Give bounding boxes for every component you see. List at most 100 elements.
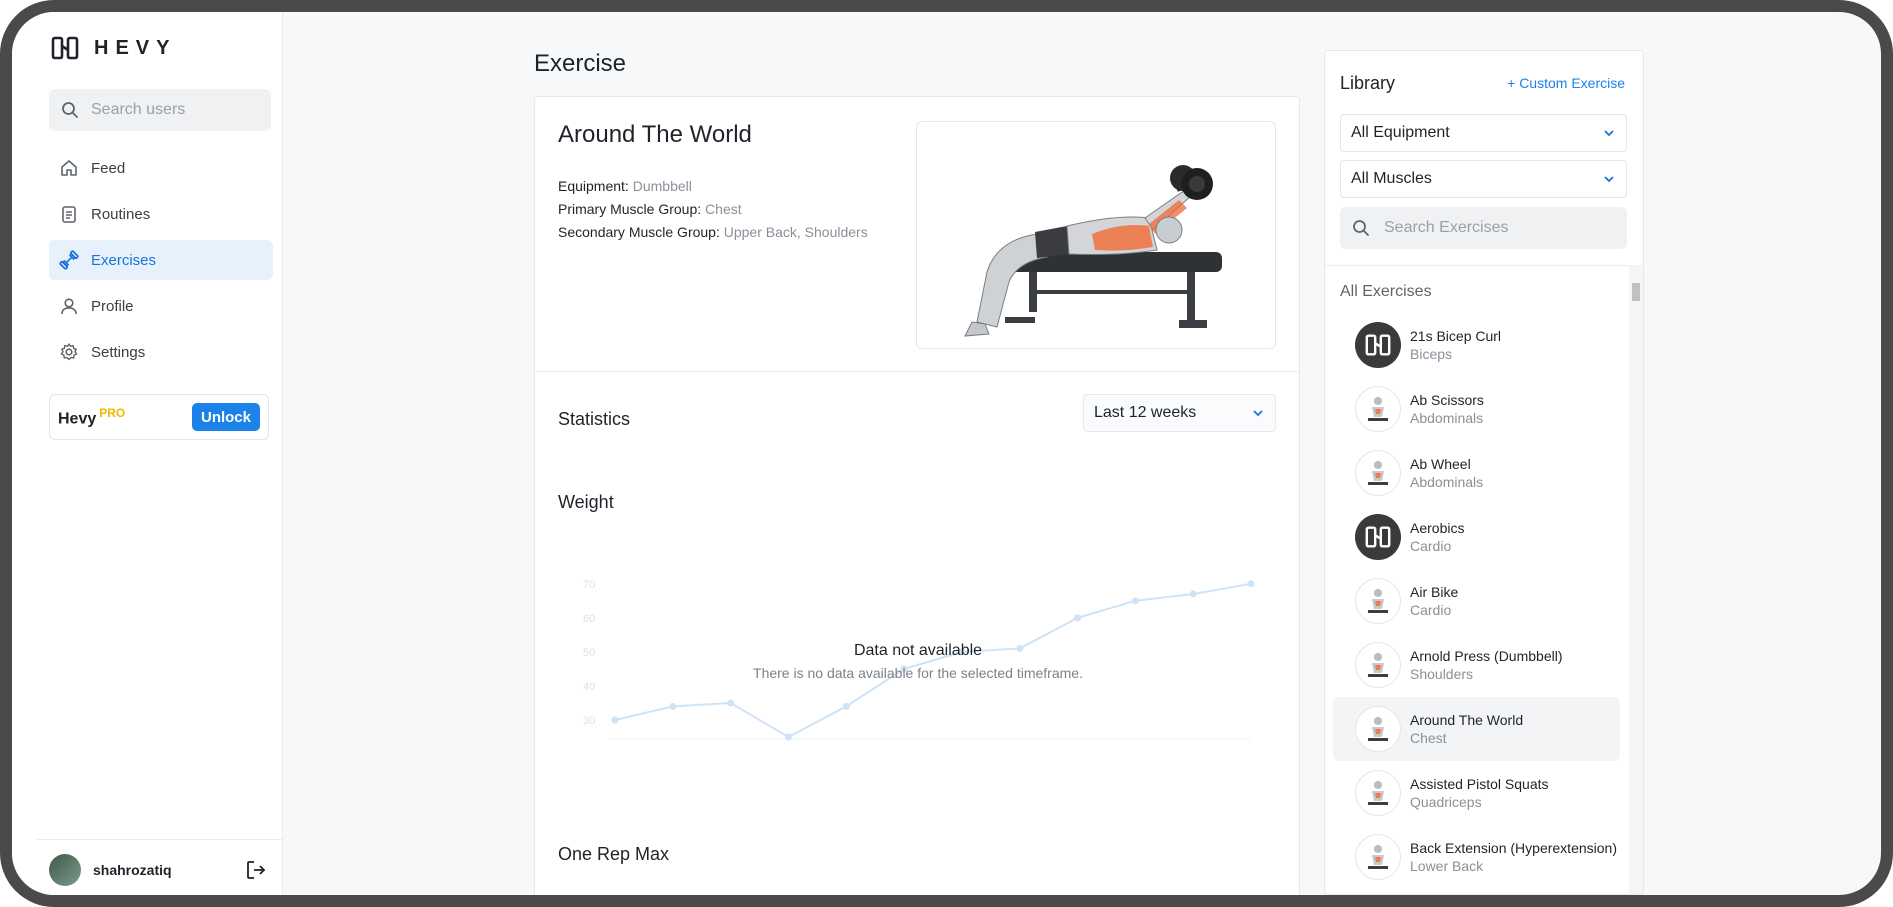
y-tick-label: 30	[583, 715, 595, 727]
exercise-list-item[interactable]: Arnold Press (Dumbbell) Shoulders	[1333, 633, 1620, 697]
user-icon	[61, 298, 77, 315]
scrollbar-thumb[interactable]	[1632, 283, 1640, 301]
hevy-logo-icon	[51, 36, 79, 60]
hevy-logo[interactable]: HEVY	[50, 36, 176, 60]
exercise-list-item[interactable]: Ab Scissors Abdominals	[1333, 377, 1620, 441]
sidebar-nav: Feed Routines Exercises Profile Settings	[49, 148, 277, 378]
equipment-value: Dumbbell	[632, 178, 692, 194]
empty-state-title: Data not available	[853, 642, 983, 659]
exercise-item-muscle: Abdominals	[1410, 409, 1484, 426]
exercise-library: Library + Custom Exercise All Equipment …	[1324, 50, 1644, 895]
weight-series-line	[614, 582, 1252, 739]
exercise-item-text: Air Bike Cardio	[1410, 583, 1458, 620]
equipment-line: Equipment: Dumbbell	[558, 175, 868, 198]
exercise-thumbnail	[1355, 834, 1401, 880]
exercise-name: Around The World	[558, 121, 752, 148]
exercise-meta: Equipment: Dumbbell Primary Muscle Group…	[558, 175, 868, 244]
exercise-item-muscle: Quadriceps	[1410, 793, 1482, 810]
weight-data-point	[1074, 614, 1082, 622]
user-bar: shahrozatiq	[37, 839, 282, 895]
sidebar-item-label: Feed	[91, 159, 126, 177]
equipment-label: Equipment:	[558, 178, 629, 194]
exercise-list-item[interactable]: Aerobics Cardio	[1333, 505, 1620, 569]
exercise-item-name: Assisted Pistol Squats	[1410, 775, 1549, 792]
exercise-list-item[interactable]: Air Bike Cardio	[1333, 569, 1620, 633]
hevy-pro-card: Hevy PRO Unlock	[49, 394, 269, 440]
timeframe-select[interactable]: Last 12 weeks	[1083, 394, 1276, 432]
exercise-list-item[interactable]: Assisted Pistol Squats Quadriceps	[1333, 761, 1620, 825]
exercise-item-muscle: Cardio	[1410, 601, 1452, 618]
exercise-list-item[interactable]: Ab Wheel Abdominals	[1333, 441, 1620, 505]
equipment-filter-value: All Equipment	[1351, 124, 1450, 141]
exercise-thumbnail	[1355, 706, 1401, 752]
sidebar-item-routines[interactable]: Routines	[49, 194, 273, 234]
exercise-thumbnail	[1355, 770, 1401, 816]
sidebar-item-settings[interactable]: Settings	[49, 332, 273, 372]
empty-state-subtitle: There is no data available for the selec…	[753, 665, 1083, 681]
dumbbell-icon	[59, 250, 79, 270]
exercise-item-muscle: Shoulders	[1410, 665, 1474, 682]
primary-muscle-label: Primary Muscle Group:	[558, 201, 702, 217]
secondary-muscle-value: Upper Back, Shoulders	[723, 224, 868, 240]
exercise-list-item[interactable]: Back Extension (Hyperextension) Lower Bac…	[1333, 825, 1620, 889]
primary-muscle-line: Primary Muscle Group: Chest	[558, 198, 868, 221]
weight-data-point	[784, 733, 792, 741]
exercise-item-name: Air Bike	[1410, 583, 1459, 600]
sidebar-item-exercises[interactable]: Exercises	[49, 240, 273, 280]
weight-data-point	[1189, 590, 1197, 598]
pro-brand-text: Hevy	[58, 410, 97, 428]
muscles-filter-select[interactable]: All Muscles	[1340, 160, 1627, 198]
secondary-muscle-line: Secondary Muscle Group: Upper Back, Shou…	[558, 221, 868, 244]
one-rep-max-title: One Rep Max	[558, 844, 670, 864]
exercise-item-text: 21s Bicep Curl Biceps	[1410, 327, 1501, 364]
search-exercises[interactable]	[1340, 207, 1627, 249]
exercise-thumbnail	[1355, 386, 1401, 432]
weight-data-point	[1131, 597, 1139, 605]
weight-data-point	[842, 702, 850, 710]
pro-badge: PRO	[99, 405, 126, 420]
exercise-item-name: Ab Wheel	[1410, 455, 1471, 472]
username[interactable]: shahrozatiq	[93, 862, 172, 878]
bench-figure-image	[964, 165, 1222, 337]
equipment-filter-select[interactable]: All Equipment	[1340, 114, 1627, 152]
exercise-item-text: Arnold Press (Dumbbell) Shoulders	[1410, 647, 1563, 684]
exercise-item-name: Aerobics	[1410, 519, 1465, 536]
exercise-item-text: Around The World Chest	[1410, 711, 1523, 748]
timeframe-value: Last 12 weeks	[1094, 404, 1197, 421]
statistics-title: Statistics	[558, 409, 631, 429]
muscles-filter-value: All Muscles	[1351, 170, 1432, 187]
primary-muscle-value: Chest	[705, 201, 742, 217]
search-exercises-input[interactable]	[1382, 218, 1616, 238]
logo-text: HEVY	[94, 36, 177, 59]
exercise-item-name: Back Extension (Hyperextension)	[1410, 839, 1617, 856]
exercise-item-name: Around The World	[1410, 711, 1524, 728]
exercise-item-name: 21s Bicep Curl	[1410, 327, 1502, 344]
secondary-muscle-label: Secondary Muscle Group:	[558, 224, 720, 240]
all-exercises-heading: All Exercises	[1340, 283, 1432, 300]
pro-brand: Hevy PRO	[58, 406, 125, 428]
logout-icon[interactable]	[244, 858, 268, 882]
sidebar-item-profile[interactable]: Profile	[49, 286, 273, 326]
custom-exercise-link[interactable]: + Custom Exercise	[1507, 75, 1625, 91]
exercise-illustration	[916, 121, 1276, 349]
weight-data-point	[1247, 580, 1255, 588]
search-icon	[62, 102, 78, 118]
app-window: HEVY Feed Routines Exercises	[0, 0, 1893, 907]
exercise-item-muscle: Biceps	[1410, 345, 1453, 362]
weight-data-point	[669, 702, 677, 710]
sidebar-item-label: Settings	[91, 343, 146, 361]
sidebar-item-feed[interactable]: Feed	[49, 148, 273, 188]
exercise-item-muscle: Chest	[1410, 729, 1447, 746]
exercise-list-item[interactable]: Around The World Chest	[1333, 697, 1620, 761]
search-users[interactable]	[49, 89, 271, 131]
search-users-input[interactable]	[89, 100, 263, 120]
unlock-button[interactable]: Unlock	[192, 403, 260, 431]
chevron-down-icon	[1604, 176, 1614, 183]
section-divider	[535, 371, 1299, 372]
exercise-list-item[interactable]: 21s Bicep Curl Biceps	[1333, 313, 1620, 377]
sidebar-item-label: Profile	[91, 297, 134, 315]
avatar[interactable]	[49, 854, 81, 886]
exercise-thumbnail	[1355, 642, 1401, 688]
library-scrollbar[interactable]	[1629, 265, 1643, 894]
exercise-item-muscle: Abdominals	[1410, 473, 1484, 490]
